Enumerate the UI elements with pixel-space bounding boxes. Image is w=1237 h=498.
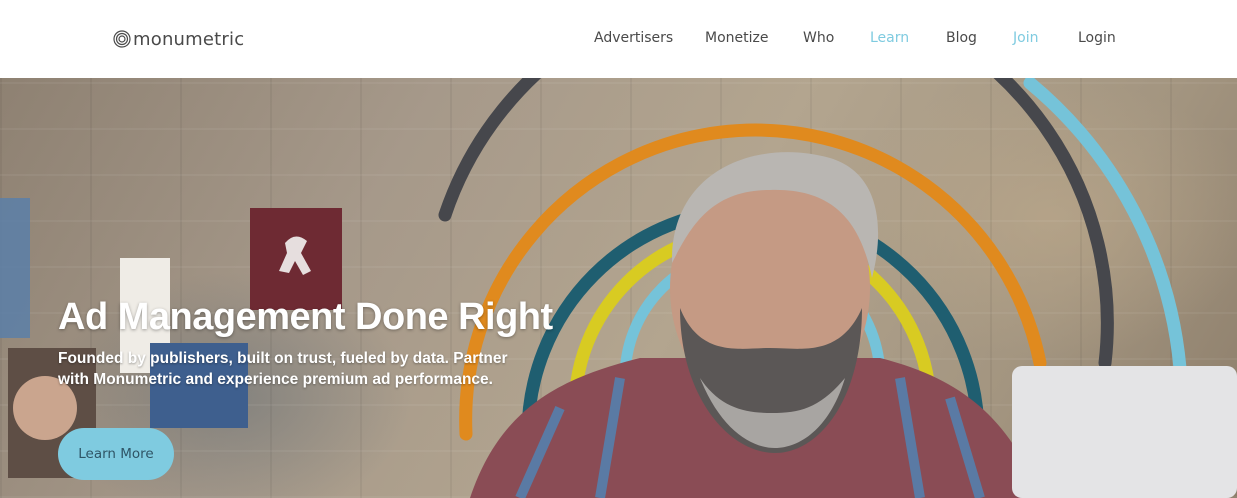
hero-banner: Ad Management Done Right Founded by publ… [0, 78, 1237, 498]
logo[interactable]: monumetric [113, 27, 244, 51]
nav-monetize[interactable]: Monetize [705, 30, 768, 46]
site-header: monumetric Advertisers Monetize Who Lear… [0, 0, 1237, 78]
learn-more-button[interactable]: Learn More [58, 428, 174, 480]
nav-advertisers[interactable]: Advertisers [594, 30, 673, 46]
laptop [1012, 366, 1237, 498]
logo-text: monumetric [133, 28, 245, 50]
nav-blog[interactable]: Blog [946, 30, 977, 46]
nav-who[interactable]: Who [803, 30, 834, 46]
nav-join[interactable]: Join [1013, 30, 1038, 46]
hero-subtitle: Founded by publishers, built on trust, f… [58, 350, 508, 388]
concentric-circles-icon [113, 30, 131, 48]
hero-illustration [0, 78, 1237, 498]
pinned-photo [0, 198, 30, 338]
nav-login[interactable]: Login [1078, 30, 1116, 46]
hero-title: Ad Management Done Right [58, 296, 553, 338]
nav-learn[interactable]: Learn [870, 30, 909, 46]
